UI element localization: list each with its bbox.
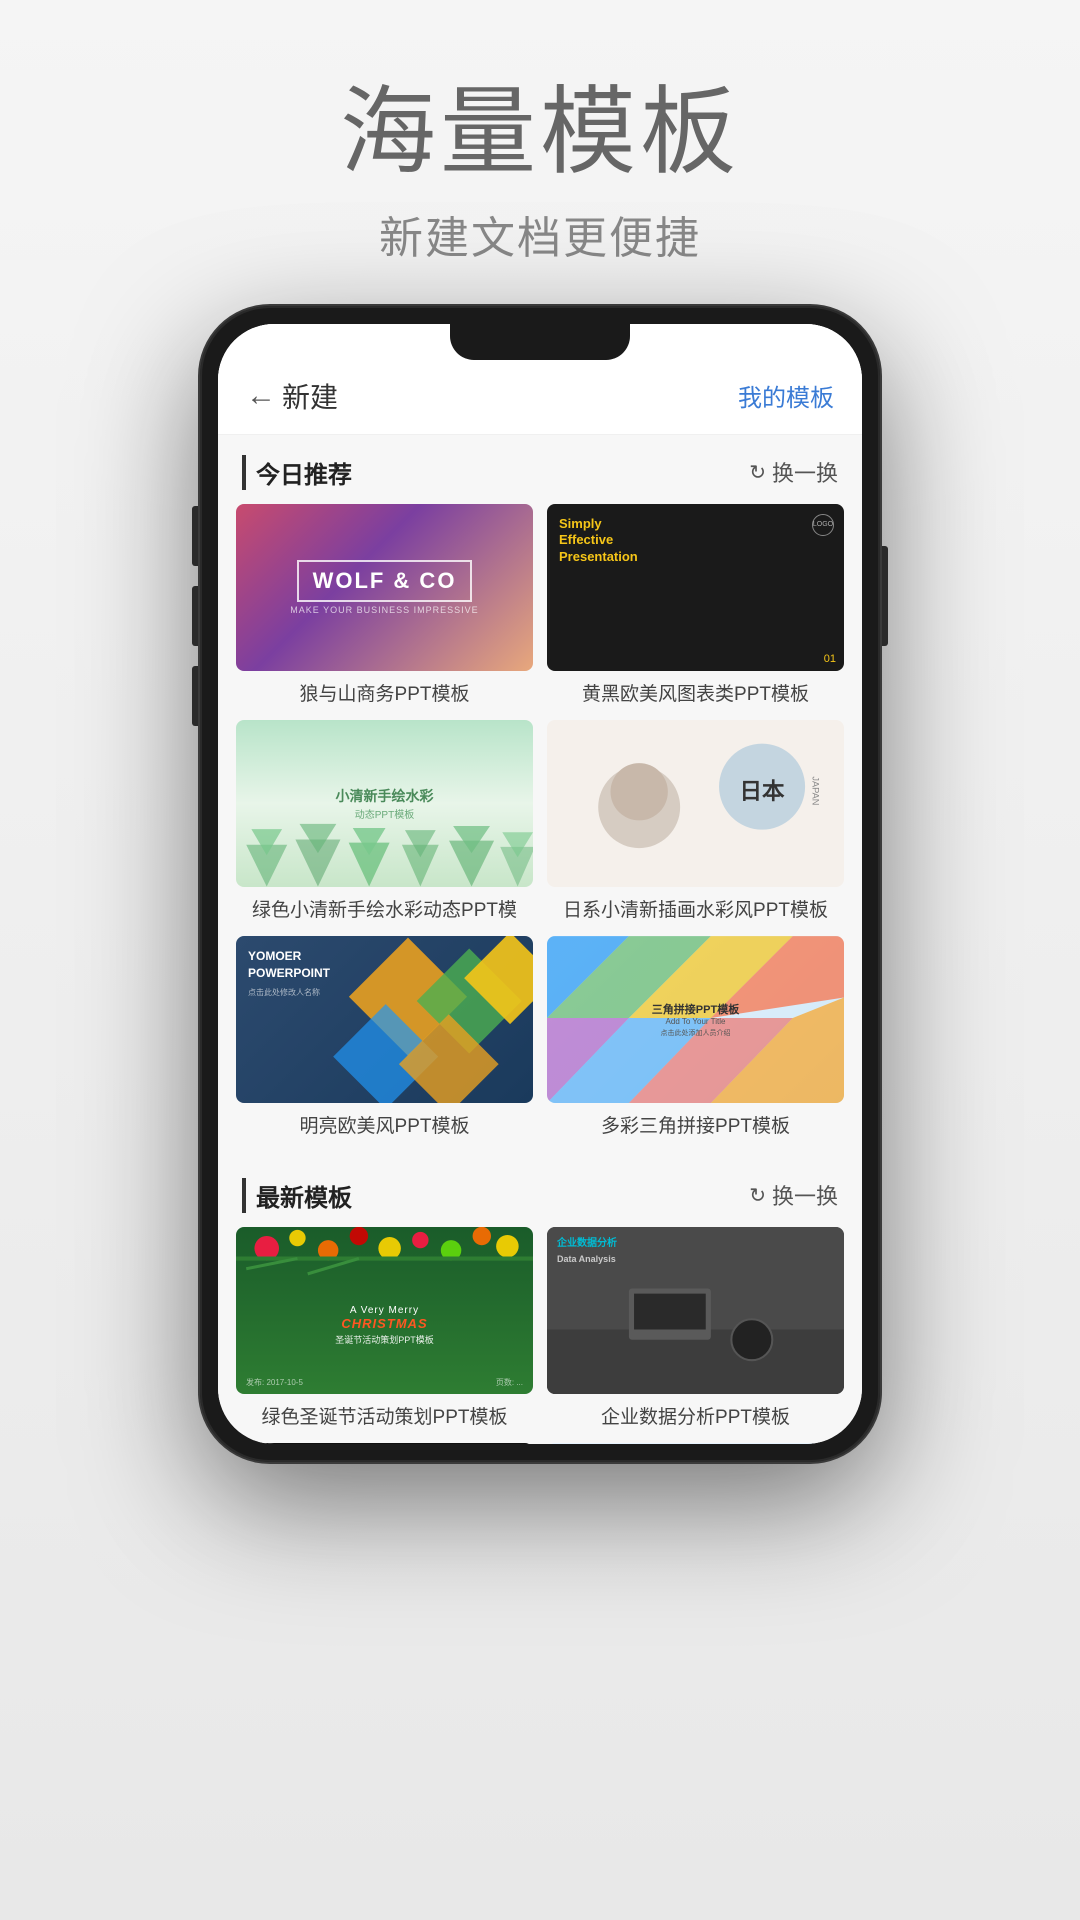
refresh-icon: ↻ bbox=[749, 460, 766, 485]
watercolor-text-block: 小清新手绘水彩 动态PPT模板 bbox=[336, 786, 434, 821]
template-label-christmas: 绿色圣诞节活动策划PPT模板 bbox=[236, 1402, 533, 1429]
back-button[interactable]: ← 新建 bbox=[246, 376, 338, 416]
today-section-title: 今日推荐 bbox=[242, 455, 352, 490]
template-thumb-business: 企业数据分析 Data Analysis bbox=[547, 1227, 844, 1394]
template-thumb-japan: 日本 JAPAN bbox=[547, 720, 844, 887]
template-item-yomoer[interactable]: YOMOERPOWERPOINT 点击此处修改人名称 bbox=[236, 936, 533, 1138]
simple-number: 01 bbox=[824, 653, 836, 665]
latest-section-title: 最新模板 bbox=[242, 1178, 352, 1213]
christmas-text-block: A Very Merry CHRISTMAS 圣诞节活动策划PPT模板 bbox=[335, 1305, 434, 1346]
template-item-wolf[interactable]: WOLF & CO MAKE YOUR BUSINESS IMPRESSIVE … bbox=[236, 504, 533, 706]
template-item-christmas[interactable]: A Very Merry CHRISTMAS 圣诞节活动策划PPT模板 发布: … bbox=[236, 1227, 533, 1429]
latest-refresh-icon: ↻ bbox=[749, 1183, 766, 1208]
my-template-button[interactable]: 我的模板 bbox=[738, 378, 834, 413]
latest-section-header: 最新模板 ↻ 换一换 bbox=[218, 1158, 862, 1227]
hero-section: 海量模板 新建文档更便捷 bbox=[0, 0, 1080, 306]
template-item-business[interactable]: 企业数据分析 Data Analysis 企业数据分析PPT模板 bbox=[547, 1227, 844, 1429]
template-item-teacher[interactable]: 🎒 📚 ✏️ 🔭 🎨 📐 🎵 B bbox=[547, 1443, 844, 1444]
christmas-date: 发布: 2017-10-5 bbox=[246, 1377, 303, 1388]
christmas-subtitle: 圣诞节活动策划PPT模板 bbox=[335, 1333, 434, 1346]
template-thumb-watercolor: 小清新手绘水彩 动态PPT模板 bbox=[236, 720, 533, 887]
template-thumb-thesis: 毕业论文答辩PPT 黑板风格工业设计 bbox=[236, 1443, 533, 1444]
wolf-title: WOLF & CO bbox=[297, 560, 473, 602]
latest-refresh-label: 换一换 bbox=[772, 1179, 838, 1211]
template-thumb-wolf: WOLF & CO MAKE YOUR BUSINESS IMPRESSIVE bbox=[236, 504, 533, 671]
phone-screen: ← 新建 我的模板 今日推荐 ↻ 换一换 bbox=[218, 324, 862, 1444]
yomoer-title: YOMOERPOWERPOINT bbox=[248, 948, 330, 982]
template-thumb-simple: SimplyEffectivePresentation LOGO 01 bbox=[547, 504, 844, 671]
svg-text:JAPAN: JAPAN bbox=[810, 776, 820, 805]
today-section-header: 今日推荐 ↻ 换一换 bbox=[218, 435, 862, 504]
template-item-simple[interactable]: SimplyEffectivePresentation LOGO 01 黄黑欧美… bbox=[547, 504, 844, 706]
template-label-yomoer: 明亮欧美风PPT模板 bbox=[236, 1111, 533, 1138]
template-label-wolf: 狼与山商务PPT模板 bbox=[236, 679, 533, 706]
japan-scene-svg: 日本 JAPAN bbox=[547, 720, 844, 887]
header-title: 新建 bbox=[282, 376, 338, 416]
triangle-text-block: 三角拼接PPT模板 Add To Your Title 点击此处添加人员介绍 bbox=[632, 1001, 759, 1038]
business-text-block: 企业数据分析 Data Analysis bbox=[557, 1237, 617, 1266]
business-en-sub: Data Analysis bbox=[557, 1253, 617, 1266]
template-label-simple: 黄黑欧美风图表类PPT模板 bbox=[547, 679, 844, 706]
template-thumb-christmas: A Very Merry CHRISTMAS 圣诞节活动策划PPT模板 发布: … bbox=[236, 1227, 533, 1394]
template-label-business: 企业数据分析PPT模板 bbox=[547, 1402, 844, 1429]
latest-section: 最新模板 ↻ 换一换 bbox=[218, 1158, 862, 1444]
template-label-triangle: 多彩三角拼接PPT模板 bbox=[547, 1111, 844, 1138]
phone-frame: ← 新建 我的模板 今日推荐 ↻ 换一换 bbox=[200, 306, 880, 1462]
back-arrow-icon: ← bbox=[246, 379, 276, 413]
yomoer-text-block: YOMOERPOWERPOINT 点击此处修改人名称 bbox=[248, 948, 330, 999]
today-refresh-button[interactable]: ↻ 换一换 bbox=[749, 456, 838, 488]
simple-logo-text: LOGO bbox=[813, 521, 833, 528]
phone-notch bbox=[450, 324, 630, 360]
template-item-triangle[interactable]: 三角拼接PPT模板 Add To Your Title 点击此处添加人员介绍 多… bbox=[547, 936, 844, 1138]
hero-subtitle: 新建文档更便捷 bbox=[0, 202, 1080, 266]
triangle-desc: 点击此处添加人员介绍 bbox=[652, 1028, 739, 1038]
wolf-subtitle: MAKE YOUR BUSINESS IMPRESSIVE bbox=[290, 605, 478, 615]
triangle-title: 三角拼接PPT模板 bbox=[652, 1001, 739, 1017]
simple-title: SimplyEffectivePresentation bbox=[559, 516, 638, 567]
template-item-thesis[interactable]: 毕业论文答辩PPT 黑板风格工业设计 黑板风格工业设计毕业论文答辩 bbox=[236, 1443, 533, 1444]
scroll-area[interactable]: 今日推荐 ↻ 换一换 WOLF & CO MAKE YOUR BUSINESS … bbox=[218, 435, 862, 1444]
simple-logo: LOGO bbox=[812, 514, 834, 536]
today-template-grid: WOLF & CO MAKE YOUR BUSINESS IMPRESSIVE … bbox=[218, 504, 862, 1152]
template-thumb-yomoer: YOMOERPOWERPOINT 点击此处修改人名称 bbox=[236, 936, 533, 1103]
template-label-japan: 日系小清新插画水彩风PPT模板 bbox=[547, 895, 844, 922]
svg-text:日本: 日本 bbox=[740, 779, 786, 804]
business-en-title: 企业数据分析 bbox=[557, 1237, 617, 1251]
latest-refresh-button[interactable]: ↻ 换一换 bbox=[749, 1179, 838, 1211]
yomoer-subtitle: 点击此处修改人名称 bbox=[248, 987, 330, 998]
phone-mockup: ← 新建 我的模板 今日推荐 ↻ 换一换 bbox=[200, 306, 880, 1462]
christmas-pages: 页数: ... bbox=[496, 1377, 523, 1388]
screen-content: ← 新建 我的模板 今日推荐 ↻ 换一换 bbox=[218, 324, 862, 1444]
teacher-bg-svg: 🎒 📚 ✏️ 🔭 🎨 📐 🎵 bbox=[547, 1443, 844, 1444]
christmas-deco-svg bbox=[236, 1227, 533, 1311]
today-refresh-label: 换一换 bbox=[772, 456, 838, 488]
template-thumb-teacher: 🎒 📚 ✏️ 🔭 🎨 📐 🎵 B bbox=[547, 1443, 844, 1444]
triangle-subtitle: Add To Your Title bbox=[652, 1017, 739, 1026]
christmas-very-merry: A Very Merry bbox=[335, 1305, 434, 1316]
watercolor-subtitle: 动态PPT模板 bbox=[336, 806, 434, 821]
christmas-footer: 发布: 2017-10-5 页数: ... bbox=[236, 1377, 533, 1388]
hero-title: 海量模板 bbox=[0, 80, 1080, 186]
yomoer-diamonds-svg bbox=[330, 936, 533, 1103]
christmas-title: CHRISTMAS bbox=[335, 1316, 434, 1331]
latest-template-grid: A Very Merry CHRISTMAS 圣诞节活动策划PPT模板 发布: … bbox=[218, 1227, 862, 1444]
template-label-watercolor: 绿色小清新手绘水彩动态PPT模 bbox=[236, 895, 533, 922]
watercolor-title: 小清新手绘水彩 bbox=[336, 786, 434, 806]
template-item-watercolor[interactable]: 小清新手绘水彩 动态PPT模板 bbox=[236, 720, 533, 922]
template-item-japan[interactable]: 日本 JAPAN 日系小清新插画水彩风PPT模板 bbox=[547, 720, 844, 922]
template-thumb-triangle: 三角拼接PPT模板 Add To Your Title 点击此处添加人员介绍 bbox=[547, 936, 844, 1103]
